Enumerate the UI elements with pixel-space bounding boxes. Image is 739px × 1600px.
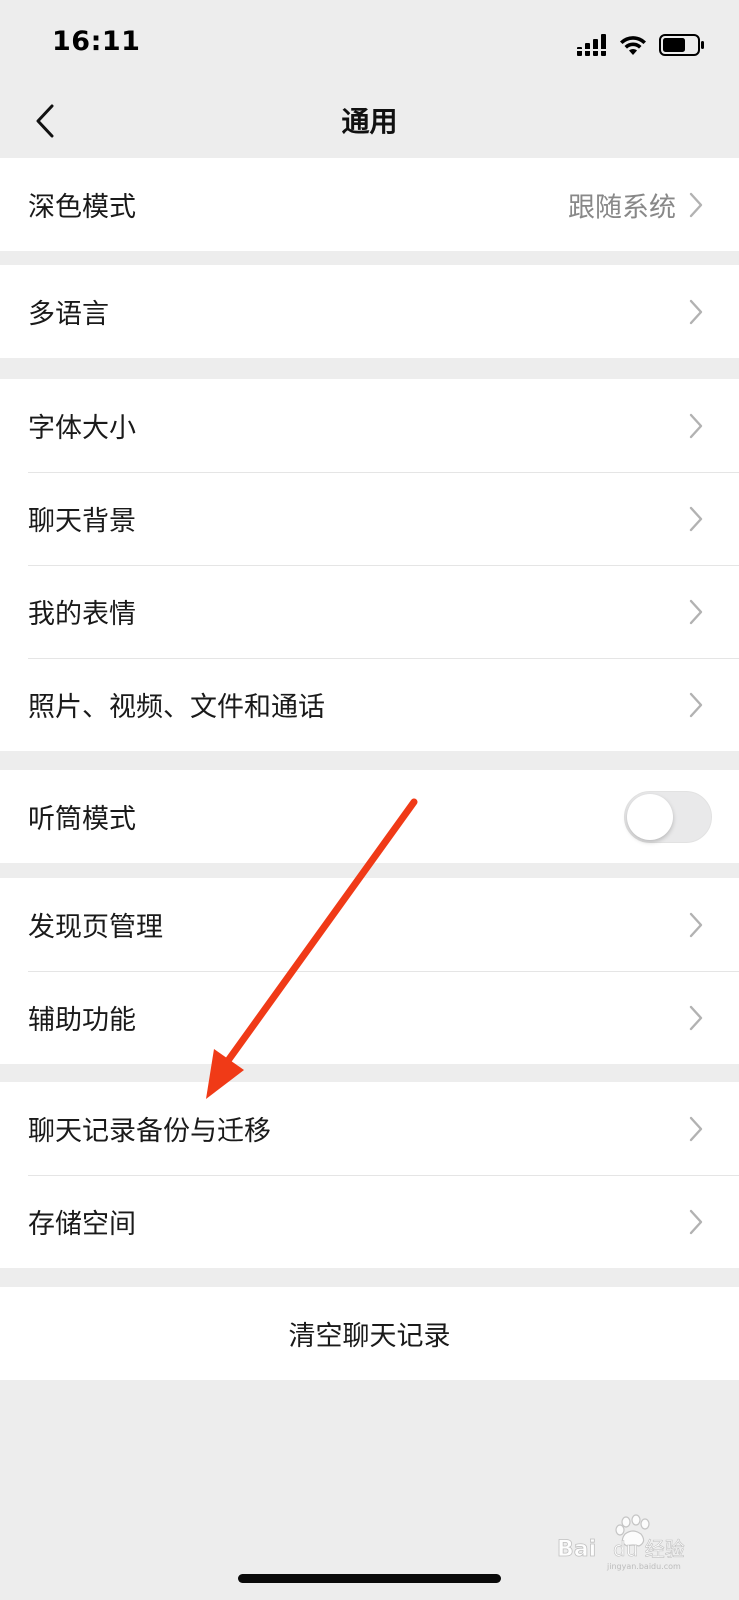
row-label: 深色模式 [28,192,136,223]
row-label: 听筒模式 [28,804,136,835]
page-title: 通用 [341,105,398,138]
svg-text:du 经验: du 经验 [613,1537,685,1561]
chevron-right-icon [689,192,703,217]
earpiece-mode-toggle[interactable] [624,790,712,843]
chevron-right-icon [689,912,703,937]
row-earpiece-mode: 听筒模式 [0,770,739,863]
chevron-right-icon [689,413,703,438]
chevron-right-icon [689,1209,703,1234]
settings-group-chat: 字体大小 聊天背景 我的表情 照片、视频、文件和通话 [0,379,739,751]
row-my-stickers[interactable]: 我的表情 [0,565,739,658]
row-discover-management[interactable]: 发现页管理 [0,878,739,971]
row-value: 跟随系统 [568,192,676,223]
clear-chat-history-button[interactable]: 清空聊天记录 [0,1287,739,1380]
chevron-right-icon [689,1116,703,1141]
settings-group-features: 发现页管理 辅助功能 [0,878,739,1064]
row-label: 我的表情 [28,599,136,630]
nav-bar: 通用 [0,88,739,158]
row-language[interactable]: 多语言 [0,265,739,358]
row-chat-backup-migration[interactable]: 聊天记录备份与迁移 [0,1082,739,1175]
svg-text:jingyan.baidu.com: jingyan.baidu.com [606,1562,681,1571]
row-label: 照片、视频、文件和通话 [28,692,325,723]
settings-group-storage: 聊天记录备份与迁移 存储空间 [0,1082,739,1268]
status-bar: 16:11 [0,0,739,88]
chevron-right-icon [689,692,703,717]
row-label: 聊天背景 [28,506,136,537]
row-label: 聊天记录备份与迁移 [28,1116,271,1147]
row-label: 多语言 [28,299,109,330]
baidu-jingyan-watermark: Bai du 经验 jingyan.baidu.com [557,1514,685,1571]
wifi-icon [620,35,646,55]
status-icons [577,30,705,60]
toggle-knob [627,793,673,840]
row-dark-mode[interactable]: 深色模式 跟随系统 [0,158,739,251]
row-label: 存储空间 [28,1209,136,1240]
svg-text:Bai: Bai [557,1537,596,1562]
row-chat-background[interactable]: 聊天背景 [0,472,739,565]
signal-icon [577,34,606,56]
chevron-right-icon [689,599,703,624]
settings-group-display: 深色模式 跟随系统 [0,158,739,251]
settings-group-clear: 清空聊天记录 [0,1287,739,1380]
row-label: 字体大小 [28,413,136,444]
row-label: 辅助功能 [28,1005,136,1036]
settings-group-language: 多语言 [0,265,739,358]
row-font-size[interactable]: 字体大小 [0,379,739,472]
row-storage[interactable]: 存储空间 [0,1175,739,1268]
row-accessibility[interactable]: 辅助功能 [0,971,739,1064]
chevron-right-icon [689,506,703,531]
row-label: 清空聊天记录 [288,1321,451,1352]
battery-icon [659,34,704,56]
row-label: 发现页管理 [28,912,163,943]
row-media-files-calls[interactable]: 照片、视频、文件和通话 [0,658,739,751]
settings-group-earpiece: 听筒模式 [0,770,739,863]
chevron-right-icon [689,299,703,324]
home-indicator[interactable] [238,1574,501,1583]
status-time: 16:11 [52,26,141,57]
chevron-right-icon [689,1005,703,1030]
